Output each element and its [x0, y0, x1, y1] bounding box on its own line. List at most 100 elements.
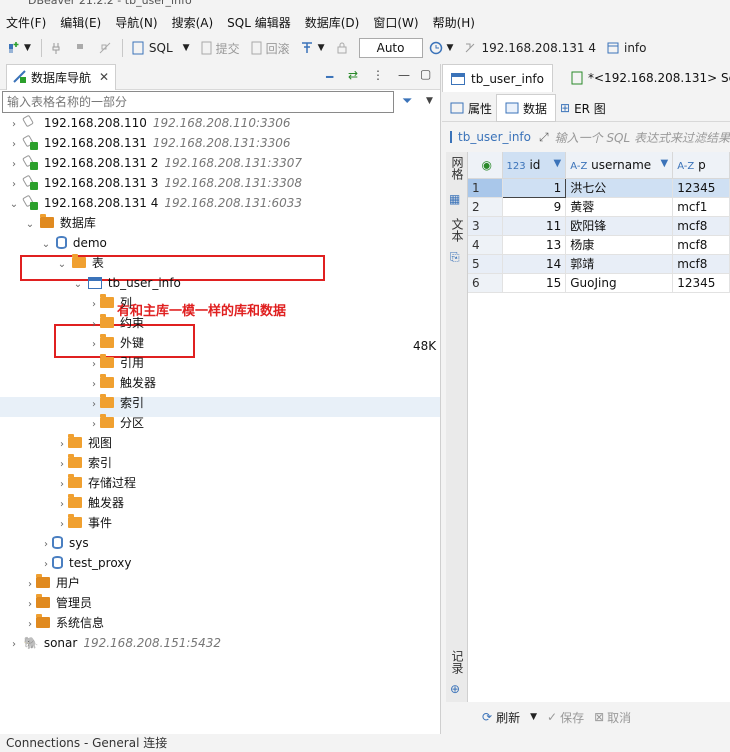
expand-arrow-icon[interactable]: ›	[8, 115, 20, 135]
connection-item[interactable]: › 192.168.208.131 2 192.168.208.131:3307	[8, 153, 302, 173]
sort-icon[interactable]: ▼	[660, 158, 668, 169]
tree-item-system-info[interactable]: › 系统信息	[24, 613, 104, 633]
tree-item-columns[interactable]: › 列	[88, 293, 132, 313]
cell-p[interactable]: mcf1	[672, 197, 730, 217]
cell-p[interactable]: mcf8	[672, 216, 730, 236]
expand-arrow-icon[interactable]: ›	[88, 415, 100, 435]
expand-arrow-icon[interactable]: ›	[8, 135, 20, 155]
sort-icon[interactable]: ▼	[554, 158, 562, 169]
disconnect-button[interactable]	[98, 41, 112, 55]
expand-arrow-icon[interactable]: ›	[56, 455, 68, 475]
connection-item[interactable]: › 192.168.208.110 192.168.208.110:3306	[8, 113, 291, 133]
tree-item-procedures[interactable]: › 存储过程	[56, 473, 136, 493]
menu-help[interactable]: 帮助(H)	[433, 14, 475, 31]
collapse-arrow-icon[interactable]: ⌄	[24, 215, 36, 235]
tree-item-demo[interactable]: ⌄ demo	[40, 233, 107, 253]
table-row[interactable]: 5 14 郭靖 mcf8	[468, 254, 730, 274]
collapse-arrow-icon[interactable]: ⌄	[40, 235, 52, 255]
table-row[interactable]: 6 15 GuoJing 12345	[468, 273, 730, 293]
cell-username[interactable]: 黄蓉	[565, 197, 674, 217]
expand-arrow-icon[interactable]: ›	[40, 555, 52, 575]
tree-item-events[interactable]: › 事件	[56, 513, 112, 533]
expand-arrow-icon[interactable]: ›	[88, 375, 100, 395]
collapse-arrow-icon[interactable]: ⌄	[8, 195, 20, 215]
table-row[interactable]: 3 11 欧阳锋 mcf8	[468, 216, 730, 236]
collapse-arrow-icon[interactable]: ⌄	[72, 275, 84, 295]
column-header-username[interactable]: A-Z username ▼	[565, 152, 674, 179]
link-with-editor-icon[interactable]: ⇄	[348, 68, 358, 82]
tree-item-tables[interactable]: ⌄ 表	[56, 253, 104, 273]
column-header-p[interactable]: A-Z p	[672, 152, 730, 179]
collapse-arrow-icon[interactable]: ⌄	[56, 255, 68, 275]
lock-button[interactable]	[335, 41, 349, 55]
cell-id[interactable]: 9	[502, 197, 567, 217]
cell-id[interactable]: 1	[501, 177, 567, 198]
tab-er-diagram[interactable]: ⊞ ER 图	[552, 94, 614, 122]
connection-item[interactable]: › 192.168.208.131 3 192.168.208.131:3308	[8, 173, 302, 193]
tab-data[interactable]: 数据	[496, 94, 557, 122]
cell-id[interactable]: 14	[502, 254, 567, 274]
filter-dropdown-icon[interactable]: ▼	[426, 96, 433, 106]
cell-id[interactable]: 11	[502, 216, 567, 236]
tree-item-partitions[interactable]: › 分区	[88, 413, 144, 433]
tab-script[interactable]: *<192.168.208.131> Script	[562, 64, 730, 92]
expand-arrow-icon[interactable]: ›	[88, 295, 100, 315]
tree-item-sys[interactable]: › sys	[40, 533, 89, 553]
cell-username[interactable]: 洪七公	[565, 178, 674, 198]
tree-item-test-proxy[interactable]: › test_proxy	[40, 553, 132, 573]
tree-item-foreign-keys[interactable]: › 外键	[88, 333, 144, 353]
invalidate-button[interactable]	[74, 41, 88, 55]
menu-window[interactable]: 窗口(W)	[373, 14, 418, 31]
cancel-button[interactable]: ⊠ 取消	[594, 709, 631, 726]
tree-item-databases[interactable]: ⌄ 数据库	[24, 213, 96, 233]
cell-id[interactable]: 15	[502, 273, 567, 293]
cell-username[interactable]: 杨康	[565, 235, 674, 255]
expand-arrow-icon[interactable]: ›	[24, 595, 36, 615]
save-button[interactable]: ✓ 保存	[547, 709, 584, 726]
new-connection-button[interactable]: ▼	[6, 41, 31, 55]
expand-arrow-icon[interactable]: ›	[40, 535, 52, 555]
expand-arrow-icon[interactable]: ›	[56, 515, 68, 535]
expand-arrow-icon[interactable]: ›	[56, 495, 68, 515]
tree-item-indexes[interactable]: › 索引	[56, 453, 112, 473]
tab-properties[interactable]: 属性	[442, 94, 500, 122]
row-select-all[interactable]: ◉	[468, 152, 503, 179]
collapse-all-icon[interactable]: ━	[326, 70, 333, 84]
active-schema-selector[interactable]: info	[606, 41, 647, 55]
table-row[interactable]: 4 13 杨康 mcf8	[468, 235, 730, 255]
column-header-id[interactable]: 123 id ▼	[502, 152, 567, 179]
tree-item-triggers[interactable]: › 触发器	[88, 373, 156, 393]
sql-editor-button[interactable]: SQL ▼	[131, 41, 190, 55]
tab-grid-view[interactable]: 网格	[448, 156, 466, 180]
expand-arrow-icon[interactable]: ›	[56, 435, 68, 455]
grid-table-link[interactable]: tb_user_info	[458, 130, 531, 144]
tree-item-users[interactable]: › 用户	[24, 573, 80, 593]
commit-button[interactable]: 提交	[200, 40, 240, 57]
menu-navigate[interactable]: 导航(N)	[115, 14, 157, 31]
expand-arrow-icon[interactable]: ›	[24, 615, 36, 635]
connection-item[interactable]: › 192.168.208.131 192.168.208.131:3306	[8, 133, 291, 153]
cell-username[interactable]: GuoJing	[565, 273, 674, 293]
expand-arrow-icon[interactable]: ›	[88, 315, 100, 335]
expand-arrow-icon[interactable]: ›	[88, 355, 100, 375]
tab-text-view[interactable]: 文本	[448, 218, 466, 242]
transaction-mode-button[interactable]: ▼	[300, 41, 325, 55]
cell-p[interactable]: 12345	[672, 273, 730, 293]
tree-item-views[interactable]: › 视图	[56, 433, 112, 453]
connect-button[interactable]	[50, 41, 64, 55]
table-row[interactable]: 2 9 黄蓉 mcf1	[468, 197, 730, 217]
menu-sql-editor[interactable]: SQL 编辑器	[227, 14, 291, 31]
connection-item-sonar[interactable]: › 🐘 sonar 192.168.208.151:5432	[8, 633, 221, 653]
cell-p[interactable]: mcf8	[672, 235, 730, 255]
close-icon[interactable]: ✕	[99, 70, 109, 84]
expand-arrow-icon[interactable]: ›	[24, 575, 36, 595]
results-grid[interactable]: ◉ 123 id ▼ A-Z username ▼ A-Z p 1 1 洪七公 …	[468, 152, 730, 702]
maximize-icon[interactable]: ▢	[420, 67, 431, 81]
tree-item-table[interactable]: ⌄ tb_user_info	[72, 273, 181, 293]
rollback-button[interactable]: 回滚	[250, 40, 290, 57]
tab-database-navigator[interactable]: 数据库导航 ✕	[6, 63, 117, 90]
view-menu-icon[interactable]: ⋮	[372, 68, 384, 82]
menu-edit[interactable]: 编辑(E)	[60, 14, 101, 31]
expand-arrow-icon[interactable]: ›	[88, 335, 100, 355]
cell-username[interactable]: 郭靖	[565, 254, 674, 274]
